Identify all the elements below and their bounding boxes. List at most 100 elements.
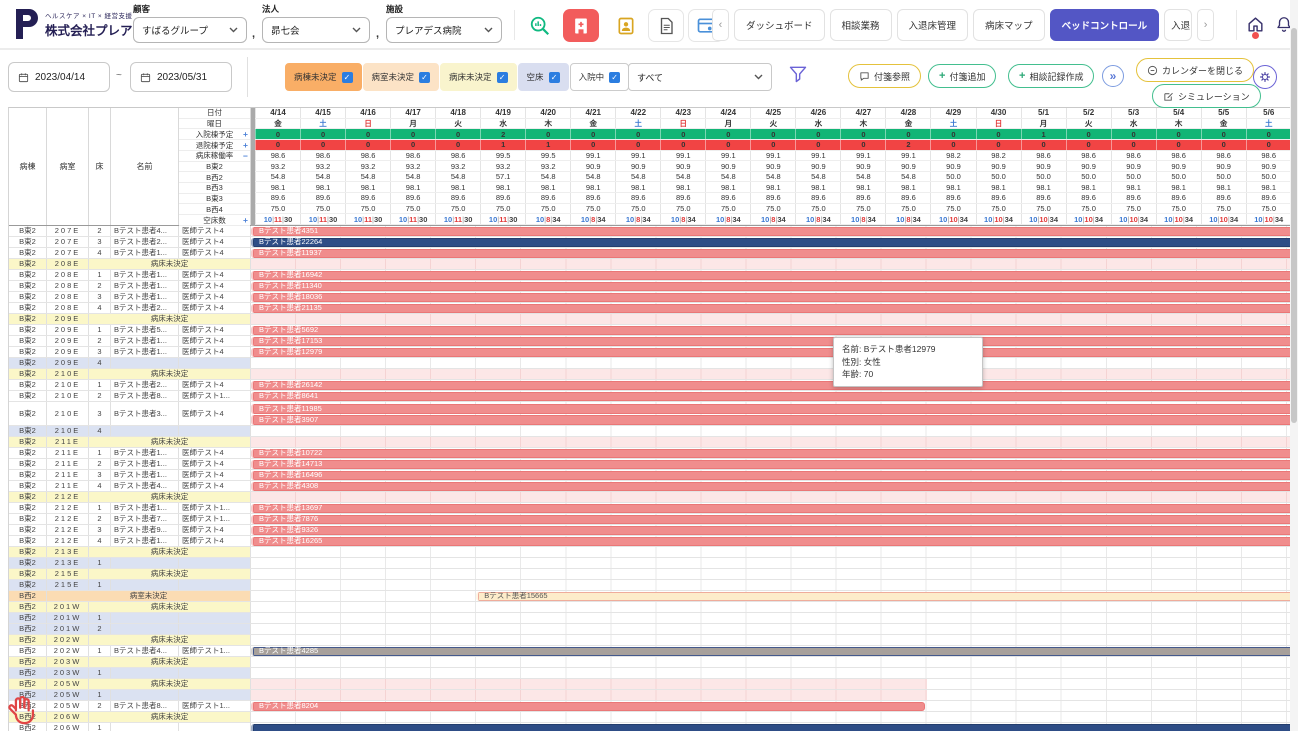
simulation-button[interactable]: シミュレーション [1152,84,1261,108]
ward-be2-rate-cell: 90.9 [885,161,930,171]
checkbox-icon[interactable]: ✓ [609,72,620,83]
gantt-bar[interactable]: Bテスト患者8204 [251,702,925,711]
customer-select[interactable]: すばるグループ [133,17,247,43]
gantt-bar[interactable]: Bテスト患者16942 [251,271,1290,280]
staff-card-button[interactable] [608,9,644,42]
date-to-input[interactable]: 2023/05/31 [130,62,232,92]
vertical-scrollbar[interactable] [1290,0,1298,731]
expand-toggle-plus[interactable]: + [243,129,248,139]
corp-select[interactable]: 昴七会 [262,17,370,43]
status-chip[interactable]: 病棟未決定✓ [285,63,362,91]
notification-dot [1252,32,1259,39]
expand-toggle-minus[interactable]: − [243,151,248,161]
table-row: B西2206W1 [9,723,1290,731]
gantt-bar[interactable]: Bテスト患者13697 [251,504,1290,513]
scrollbar-thumb[interactable] [1291,28,1297,423]
analytics-search-button[interactable] [522,9,558,42]
checkbox-icon[interactable]: ✓ [419,72,430,83]
status-chip[interactable]: 病室未決定✓ [363,63,440,91]
ward-filter-select[interactable]: すべて [628,63,772,91]
admissions-cell: 0 [345,129,390,139]
vacant-beds-cell: 10|10|34 [1111,214,1156,224]
gantt-bar[interactable]: Bテスト患者21135 [251,304,1290,313]
gantt-row: Bテスト患者10722 [251,448,1290,458]
bed-undecided-label: 病床未決定 [89,492,251,502]
admissions-cell: 0 [435,129,480,139]
gantt-bar[interactable]: Bテスト患者4285 [251,647,1290,656]
gantt-bar[interactable]: Bテスト患者11937 [251,249,1290,258]
gantt-bar[interactable]: Bテスト患者9326 [251,526,1290,535]
gantt-bar[interactable]: Bテスト患者5692 [251,326,1290,335]
ward-cell: B東2 [9,580,47,590]
occupancy-rate-cell: 99.1 [885,151,930,161]
gantt-bar[interactable]: Bテスト患者3907 [251,415,1290,425]
gantt-bar[interactable]: Bテスト患者10722 [251,449,1290,458]
vacant-beds-cell: 10|10|34 [1201,214,1246,224]
gantt-bar[interactable]: Bテスト患者16265 [251,537,1290,546]
gantt-bar[interactable]: Bテスト患者11985 [251,404,1290,414]
gantt-bar[interactable]: Bテスト患者15665 [476,592,1290,601]
nav-item-tab[interactable]: 入退床管理 [897,9,969,41]
bed-column-header: 床 [89,108,111,225]
sticky-note-view-button[interactable]: 付箋参照 [848,64,921,88]
hospital-button-active[interactable] [563,9,599,42]
ward-cell: B西2 [9,624,47,634]
settings-button[interactable] [1253,65,1277,89]
expand-toggle-plus[interactable]: + [243,140,248,150]
calendar-icon [18,72,29,83]
chip-label: 空床 [527,71,544,83]
gantt-header-row: 00000110000000200000000 [255,140,1290,151]
checkbox-icon[interactable]: ✓ [342,72,353,83]
gantt-bar[interactable]: Bテスト患者16496 [251,471,1290,480]
nav-back-button[interactable]: ‹ [712,9,729,41]
table-row: B東2211E3Bテスト患者1...医師テスト4Bテスト患者16496 [9,470,1290,481]
date-cell: 4/15 [300,108,345,118]
expand-panel-button[interactable]: » [1102,65,1124,87]
consult-record-create-button[interactable]: + 相談記録作成 [1008,64,1094,88]
gantt-row [251,426,1290,436]
nav-item-tab[interactable]: 相談業務 [830,9,892,41]
status-chip[interactable]: 病床未決定✓ [440,63,517,91]
table-row: B西2205W1 [9,690,1290,701]
gantt-bar[interactable]: Bテスト患者11340 [251,282,1290,291]
ward-be2-rate-cell: 90.9 [1066,161,1111,171]
weekday-cell: 土 [300,119,345,129]
facility-select[interactable]: プレアデス病院 [386,17,502,43]
gantt-bar[interactable]: Bテスト患者14713 [251,460,1290,469]
gantt-bar[interactable]: Bテスト患者4308 [251,482,1290,491]
table-row: B東2209E4 [9,358,1290,369]
gantt-row: Bテスト患者26142 [251,380,1290,390]
ward-cell: B東2 [9,380,47,390]
gantt-bar[interactable] [251,724,1290,731]
checkbox-icon[interactable]: ✓ [549,72,560,83]
occupancy-rate-cell: 98.6 [390,151,435,161]
gantt-bar[interactable]: Bテスト患者22264 [251,238,1290,247]
gantt-bar[interactable]: Bテスト患者26142 [251,381,1290,390]
document-button[interactable] [648,9,684,42]
status-chip[interactable]: 入院中✓ [570,63,630,91]
patient-name-cell [111,624,179,634]
nav-item-tab[interactable]: ダッシュボード [734,9,825,41]
nav-item-tab[interactable]: 入退 [1164,9,1192,41]
gantt-bar[interactable]: Bテスト患者12979 [251,348,1290,357]
discharges-cell: 1 [525,140,570,150]
filter-button[interactable] [788,64,808,84]
gantt-bar[interactable]: Bテスト患者18036 [251,293,1290,302]
gantt-bar[interactable]: Bテスト患者8641 [251,392,1290,401]
status-chip[interactable]: 空床 ✓ [518,63,569,91]
date-from-input[interactable]: 2023/04/14 [8,62,110,92]
nav-forward-button[interactable]: › [1197,9,1214,41]
patient-name-cell: Bテスト患者4... [111,646,179,656]
gantt-bar[interactable]: Bテスト患者4351 [251,227,1290,236]
feedback-hand-button[interactable] [6,692,40,726]
nav-item-tab[interactable]: 病床マップ [973,9,1045,41]
expand-toggle-plus[interactable]: + [243,215,248,225]
gantt-bar[interactable]: Bテスト患者17153 [251,337,1290,346]
gantt-bar[interactable]: Bテスト患者7876 [251,515,1290,524]
checkbox-icon[interactable]: ✓ [497,72,508,83]
sticky-note-add-button[interactable]: + 付箋追加 [928,64,996,88]
room-cell: 210E [47,391,89,401]
calendar-close-button[interactable]: カレンダーを閉じる [1136,58,1254,82]
ward-cell: B西2 [9,613,47,623]
nav-item-active[interactable]: ベッドコントロール [1050,9,1160,41]
